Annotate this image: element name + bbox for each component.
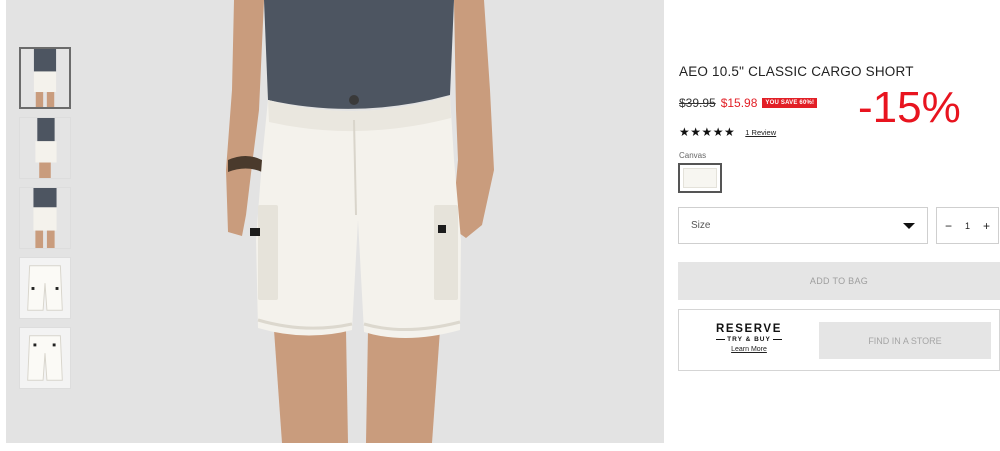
original-price: $39.95 (679, 96, 716, 110)
logo-dash-right (772, 339, 782, 340)
swatch-fill (683, 168, 717, 188)
reserve-try-buy-panel: RESERVE TRY & BUY Learn More FIND IN A S… (678, 309, 1000, 371)
quantity-increment-button[interactable]: + (983, 220, 990, 232)
savings-badge: YOU SAVE 60%! (762, 98, 818, 108)
product-title: AEO 10.5" CLASSIC CARGO SHORT (679, 64, 914, 79)
sale-price: $15.98 (720, 96, 758, 110)
thumbnail-front-view[interactable] (19, 47, 71, 109)
product-main-image[interactable] (6, 0, 664, 443)
star-rating-icon: ★★★★★ (679, 125, 736, 139)
thumbnail-side-view[interactable] (19, 117, 71, 179)
color-label: Canvas (679, 151, 707, 160)
discount-overlay: -15% (858, 83, 961, 132)
color-swatch-canvas[interactable] (678, 163, 722, 193)
product-image-gallery (6, 0, 664, 443)
price-row: $39.95 $15.98 YOU SAVE 60%! (679, 95, 818, 111)
thumbnail-flat-lay-front[interactable] (19, 257, 71, 319)
reserve-logo-subtitle-row: TRY & BUY (709, 335, 789, 344)
size-dropdown-label: Size (691, 220, 711, 231)
logo-dash-left (716, 339, 726, 340)
learn-more-link[interactable]: Learn More (709, 344, 789, 356)
quantity-value[interactable]: 1 (965, 221, 970, 231)
quantity-decrement-button[interactable]: − (945, 220, 952, 232)
thumbnail-strip (19, 47, 71, 397)
find-in-store-button[interactable]: FIND IN A STORE (819, 322, 991, 359)
thumbnail-back-view[interactable] (19, 187, 71, 249)
reserve-try-buy-logo: RESERVE TRY & BUY Learn More (709, 323, 789, 356)
rating-row: ★★★★★ 1 Review (679, 125, 776, 139)
caret-down-icon (903, 222, 915, 229)
quantity-stepper: − 1 + (936, 207, 999, 244)
size-dropdown[interactable]: Size (678, 207, 928, 244)
reserve-logo-title: RESERVE (716, 323, 782, 335)
product-info-panel: AEO 10.5" CLASSIC CARGO SHORT $39.95 $15… (678, 0, 1000, 451)
add-to-bag-button[interactable]: ADD TO BAG (678, 262, 1000, 300)
reserve-logo-subtitle: TRY & BUY (727, 336, 771, 343)
reviews-link[interactable]: 1 Review (745, 128, 776, 137)
thumbnail-flat-lay-back[interactable] (19, 327, 71, 389)
